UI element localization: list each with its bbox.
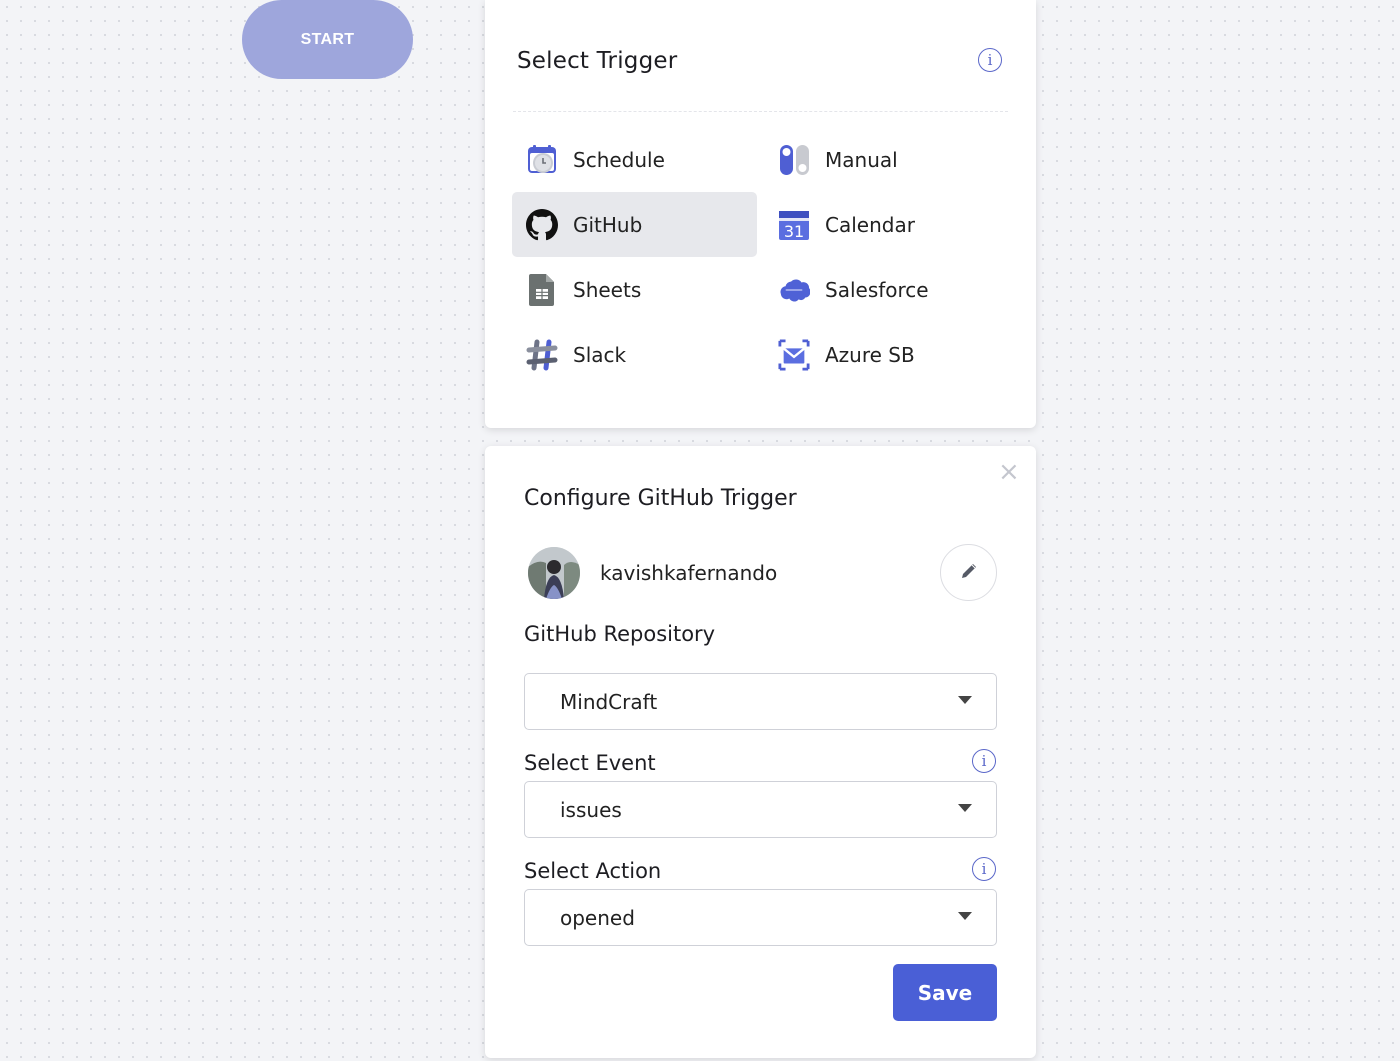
select-trigger-panel: Select Trigger i Schedule Manual GitHub … xyxy=(485,0,1036,428)
svg-text:31: 31 xyxy=(784,222,804,241)
event-label: Select Event xyxy=(524,751,656,775)
edit-account-button[interactable] xyxy=(940,544,997,601)
info-icon[interactable]: i xyxy=(972,749,996,773)
start-node[interactable]: START xyxy=(242,0,413,79)
divider xyxy=(513,111,1008,112)
trigger-label: Slack xyxy=(573,342,627,367)
trigger-item-azure-sb[interactable]: Azure SB xyxy=(764,322,1009,387)
event-select[interactable]: issues xyxy=(524,781,997,838)
toggle-icon xyxy=(778,144,810,176)
trigger-item-github[interactable]: GitHub xyxy=(512,192,757,257)
trigger-label: Manual xyxy=(825,147,898,172)
repository-value: MindCraft xyxy=(560,689,658,714)
info-icon[interactable]: i xyxy=(972,857,996,881)
trigger-item-slack[interactable]: Slack xyxy=(512,322,757,387)
schedule-icon xyxy=(526,144,558,176)
sheets-icon xyxy=(526,273,558,306)
configure-trigger-panel: × Configure GitHub Trigger kavishkaferna… xyxy=(485,446,1036,1058)
avatar xyxy=(528,547,580,599)
trigger-item-salesforce[interactable]: Salesforce xyxy=(764,257,1009,322)
username: kavishkafernando xyxy=(600,561,778,585)
trigger-item-sheets[interactable]: Sheets xyxy=(512,257,757,322)
trigger-label: GitHub xyxy=(573,212,643,237)
repository-label: GitHub Repository xyxy=(524,622,716,646)
azure-service-bus-icon xyxy=(778,338,810,371)
trigger-label: Salesforce xyxy=(825,277,929,302)
event-value: issues xyxy=(560,797,622,822)
action-select[interactable]: opened xyxy=(524,889,997,946)
chevron-down-icon xyxy=(958,912,972,920)
trigger-item-manual[interactable]: Manual xyxy=(764,127,1009,192)
panel-title: Configure GitHub Trigger xyxy=(524,486,797,511)
repository-select[interactable]: MindCraft xyxy=(524,673,997,730)
github-icon xyxy=(526,208,558,241)
salesforce-icon xyxy=(778,274,810,306)
pencil-icon xyxy=(959,561,979,585)
trigger-item-calendar[interactable]: 31 Calendar xyxy=(764,192,1009,257)
close-icon[interactable]: × xyxy=(998,459,1020,485)
save-button[interactable]: Save xyxy=(893,964,997,1021)
trigger-label: Sheets xyxy=(573,277,642,302)
calendar-icon: 31 xyxy=(778,209,810,241)
trigger-label: Azure SB xyxy=(825,342,915,367)
info-icon[interactable]: i xyxy=(978,48,1002,72)
chevron-down-icon xyxy=(958,696,972,704)
chevron-down-icon xyxy=(958,804,972,812)
trigger-item-schedule[interactable]: Schedule xyxy=(512,127,757,192)
action-label: Select Action xyxy=(524,859,662,883)
trigger-label: Schedule xyxy=(573,147,665,172)
trigger-grid: Schedule Manual GitHub 31 Calendar Sheet… xyxy=(512,127,1012,387)
action-value: opened xyxy=(560,905,635,930)
slack-icon xyxy=(526,339,558,371)
panel-title: Select Trigger xyxy=(517,48,678,74)
trigger-label: Calendar xyxy=(825,212,915,237)
